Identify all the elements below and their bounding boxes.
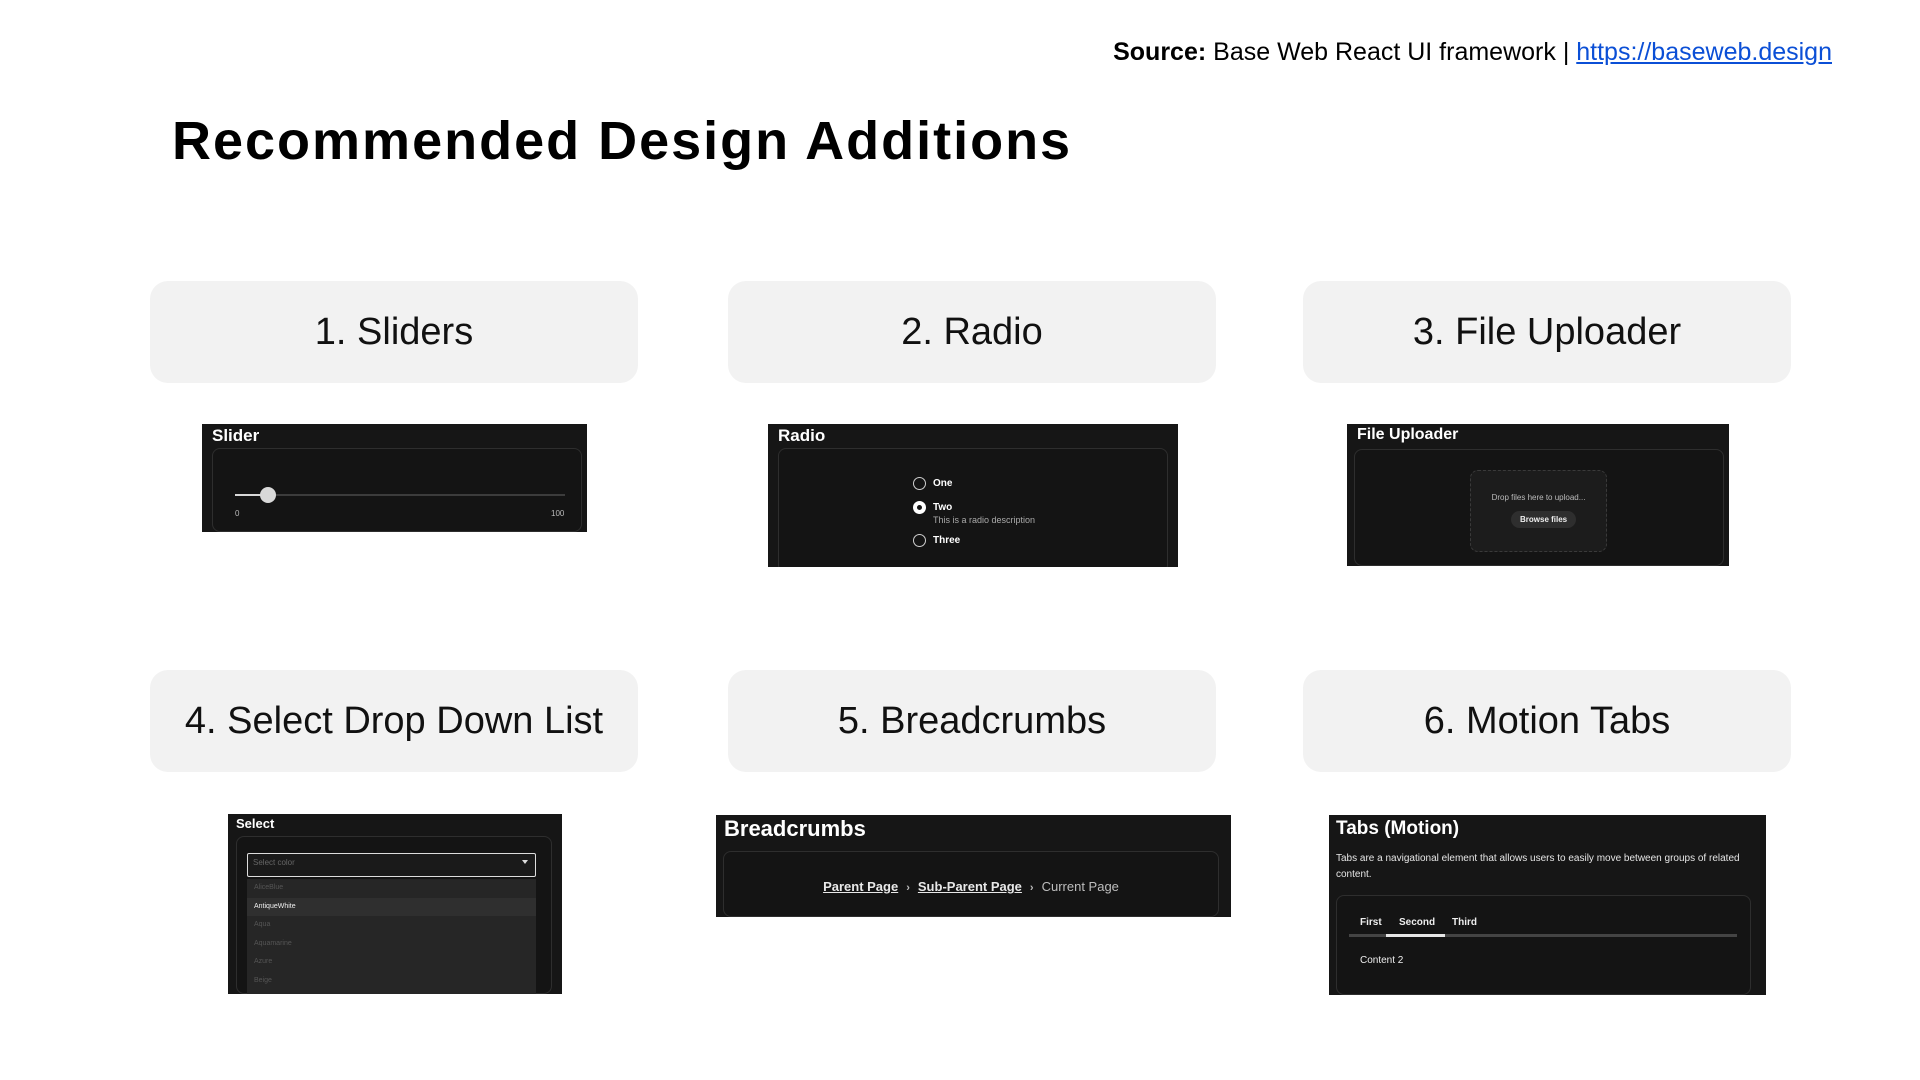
radio-option-one[interactable]: One: [913, 477, 952, 490]
drop-zone-text: Drop files here to upload...: [1491, 493, 1586, 502]
select-option[interactable]: AntiqueWhite: [247, 897, 536, 916]
card-file-uploader: 3. File Uploader: [1303, 281, 1791, 383]
breadcrumbs-preview: Breadcrumbs Parent Page › Sub-Parent Page ›…: [716, 815, 1231, 917]
tabs-preview: Tabs (Motion) Tabs are a navigational el…: [1329, 815, 1766, 995]
breadcrumb: Parent Page › Sub-Parent Page › Current Page: [724, 879, 1218, 894]
select-placeholder: Select color: [253, 858, 295, 867]
radio-button-checked-icon: [913, 501, 926, 514]
radio-description: This is a radio description: [933, 515, 1036, 525]
breadcrumbs-panel: Parent Page › Sub-Parent Page › Current Page: [723, 851, 1219, 917]
select-option[interactable]: Beige: [247, 972, 536, 991]
slider-preview: Slider 0 100: [202, 424, 587, 532]
uploader-preview: File Uploader Drop files here to upload.…: [1347, 424, 1729, 566]
radio-option-label: Two: [933, 502, 953, 513]
browse-files-button[interactable]: Browse files: [1511, 511, 1577, 528]
tabs-description: Tabs are a navigational element that all…: [1336, 853, 1740, 880]
card-select: 4. Select Drop Down List: [150, 670, 638, 772]
breadcrumb-current: Current Page: [1041, 879, 1119, 894]
page-title: Recommended Design Additions: [172, 111, 1073, 171]
radio-panel: One Two This is a radio description Thre…: [778, 448, 1168, 567]
breadcrumb-sub-parent-link[interactable]: Sub-Parent Page: [918, 879, 1022, 894]
slider-track[interactable]: [235, 494, 565, 496]
breadcrumbs-header: Breadcrumbs: [724, 816, 866, 841]
select-option[interactable]: Azure: [247, 953, 536, 972]
card-motion-tabs: 6. Motion Tabs: [1303, 670, 1791, 772]
card-breadcrumbs: 5. Breadcrumbs: [728, 670, 1216, 772]
radio-button-icon: [913, 534, 926, 547]
tab-third[interactable]: Third: [1452, 917, 1477, 928]
breadcrumb-parent-link[interactable]: Parent Page: [823, 879, 898, 894]
select-panel: Select color AliceBlue AntiqueWhite Aqua…: [236, 836, 552, 994]
tabs-panel: First Second Third Content 2: [1336, 895, 1751, 995]
select-options-list: AliceBlue AntiqueWhite Aqua Aquamarine A…: [247, 879, 536, 994]
select-header: Select: [236, 816, 275, 831]
chevron-down-icon: [522, 860, 528, 864]
select-preview: Select Select color AliceBlue AntiqueWhi…: [228, 814, 562, 994]
select-option[interactable]: AliceBlue: [247, 879, 536, 898]
card-radio: 2. Radio: [728, 281, 1216, 383]
radio-preview: Radio One Two This is a radio descriptio…: [768, 424, 1178, 567]
uploader-header: File Uploader: [1357, 426, 1459, 443]
tab-second[interactable]: Second: [1399, 917, 1435, 928]
chevron-right-icon: ›: [906, 882, 910, 894]
select-option[interactable]: Aqua: [247, 916, 536, 935]
source-link[interactable]: https://baseweb.design: [1576, 38, 1832, 66]
radio-button-icon: [913, 477, 926, 490]
tabs-header: Tabs (Motion): [1336, 818, 1460, 839]
radio-header: Radio: [778, 426, 826, 445]
radio-option-label: Three: [933, 535, 961, 546]
radio-option-label: One: [933, 478, 953, 489]
tab-first[interactable]: First: [1360, 917, 1382, 928]
tab-content: Content 2: [1360, 955, 1404, 966]
source-text: Base Web React UI framework |: [1213, 38, 1570, 66]
slider-thumb[interactable]: [260, 487, 276, 503]
slider-header: Slider: [212, 426, 260, 445]
source-citation: Source: Base Web React UI framework | ht…: [1113, 38, 1832, 67]
uploader-panel: Drop files here to upload... Browse file…: [1354, 449, 1724, 566]
source-label: Source:: [1113, 38, 1207, 66]
chevron-right-icon: ›: [1029, 882, 1034, 894]
slider-max-label: 100: [551, 509, 565, 518]
card-sliders: 1. Sliders: [150, 281, 638, 383]
radio-option-two[interactable]: Two: [913, 501, 952, 514]
radio-option-three[interactable]: Three: [913, 534, 960, 547]
slider-min-label: 0: [235, 509, 240, 518]
slider-panel: 0 100: [212, 448, 582, 532]
tab-active-indicator: [1386, 934, 1445, 937]
file-drop-zone[interactable]: Drop files here to upload... Browse file…: [1470, 470, 1607, 552]
select-input[interactable]: Select color: [247, 853, 536, 877]
select-option[interactable]: Aquamarine: [247, 935, 536, 954]
